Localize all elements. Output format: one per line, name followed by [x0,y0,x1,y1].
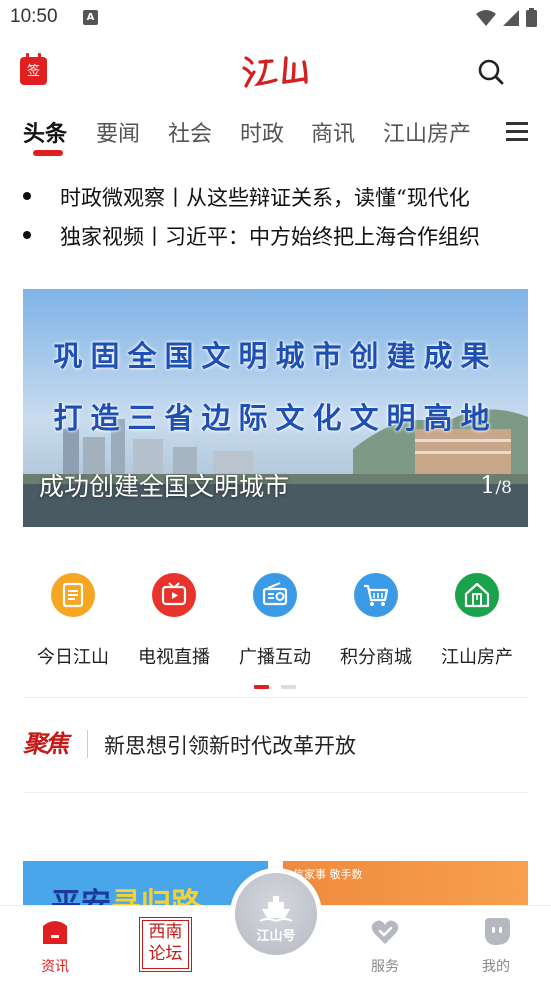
heart-icon [371,920,399,944]
notification-icon: A [83,10,98,25]
feature-radio[interactable]: 广播互动 [225,570,325,669]
sign-in-calendar-button[interactable]: 签 [20,53,47,85]
tab-headlines[interactable]: 头条 [23,116,67,148]
news-icon [51,573,95,617]
feature-today-jiangshan[interactable]: 今日江山 [23,570,123,669]
battery-icon [526,8,537,27]
nav-label: 资讯 [41,959,69,975]
headline-text: 时政微观察丨从这些辩证关系，读懂“现代化 [60,186,470,210]
nav-news[interactable]: 资讯 [0,906,110,981]
feature-label: 今日江山 [37,647,109,668]
ship-icon [259,896,293,923]
nav-service[interactable]: 服务 [330,906,440,981]
nav-label: 我的 [482,959,510,975]
forum-line-1: 西南 [148,922,183,942]
menu-icon[interactable] [506,122,528,142]
status-bar: 10:50 A [0,0,551,38]
active-tab-indicator [33,150,63,156]
tab-news[interactable]: 要闻 [96,116,140,148]
banner-carousel[interactable]: 巩固全国文明城市创建成果 打造三省边际文化文明高地 成功创建全国文明城市 1/8 [23,289,528,527]
tab-real-estate[interactable]: 江山房产 [383,116,471,148]
center-button-face: 江山号 [235,873,317,955]
profile-icon [485,918,510,945]
status-time: 10:50 [10,6,58,27]
news-home-icon [43,921,67,944]
center-button-label: 江山号 [256,929,296,944]
nav-jiangshan-hao-button[interactable]: 江山号 [230,868,322,960]
tab-politics[interactable]: 时政 [240,116,284,148]
search-icon[interactable] [476,57,506,87]
feature-label: 广播互动 [239,647,311,668]
feature-grid: 今日江山 电视直播 广播互动 积分商城 江山房产 [0,570,551,670]
nav-label: 服务 [371,959,399,975]
feature-tv-live[interactable]: 电视直播 [124,570,224,669]
focus-separator [87,730,88,758]
jiangshan-logo [242,56,308,88]
bullet-icon [23,231,31,239]
channel-tabs: 头条 要闻 社会 时政 商讯 江山房产 [0,108,551,160]
pager-dot-active[interactable] [254,685,269,689]
feature-label: 积分商城 [340,647,412,668]
focus-banner[interactable]: 聚焦 新思想引领新时代改革开放 [0,720,551,770]
bullet-icon [23,192,31,200]
banner-slogan-2: 打造三省边际文化文明高地 [53,401,498,435]
status-icons [476,8,537,27]
tv-icon [152,573,196,617]
feature-points-mall[interactable]: 积分商城 [326,570,426,669]
signal-icon [503,9,519,26]
banner-caption: 成功创建全国文明城市 [39,472,290,501]
nav-forum-stamp[interactable]: 西南 论坛 [139,917,192,972]
feature-real-estate[interactable]: 江山房产 [427,570,527,669]
forum-stamp-icon: 西南 论坛 [142,920,189,969]
tab-society[interactable]: 社会 [168,116,212,148]
divider [23,792,528,793]
banner-page-counter: 1/8 [480,471,512,499]
pager-dot[interactable] [281,685,296,689]
focus-logo: 聚焦 [23,729,69,758]
banner-total-pages: /8 [495,478,512,498]
banner-current-page: 1 [480,471,496,499]
wifi-icon [476,9,496,26]
radio-icon [253,573,297,617]
nav-profile[interactable]: 我的 [441,906,551,981]
divider [23,697,528,698]
headline-item[interactable]: 独家视频丨习近平：中方始终把上海合作组织 [0,215,530,255]
headline-item[interactable]: 时政微观察丨从这些辩证关系，读懂“现代化 [0,176,530,216]
feature-label: 江山房产 [441,647,513,668]
headline-text: 独家视频丨习近平：中方始终把上海合作组织 [60,225,480,249]
grid-pager [254,685,296,689]
cart-icon [354,573,398,617]
banner-slogan-1: 巩固全国文明城市创建成果 [53,339,498,373]
house-icon [455,573,499,617]
focus-title: 新思想引领新时代改革开放 [104,734,356,758]
feature-label: 电视直播 [138,647,210,668]
forum-line-2: 论坛 [148,944,183,964]
tab-business[interactable]: 商讯 [311,116,355,148]
app-header: 签 [0,44,551,100]
